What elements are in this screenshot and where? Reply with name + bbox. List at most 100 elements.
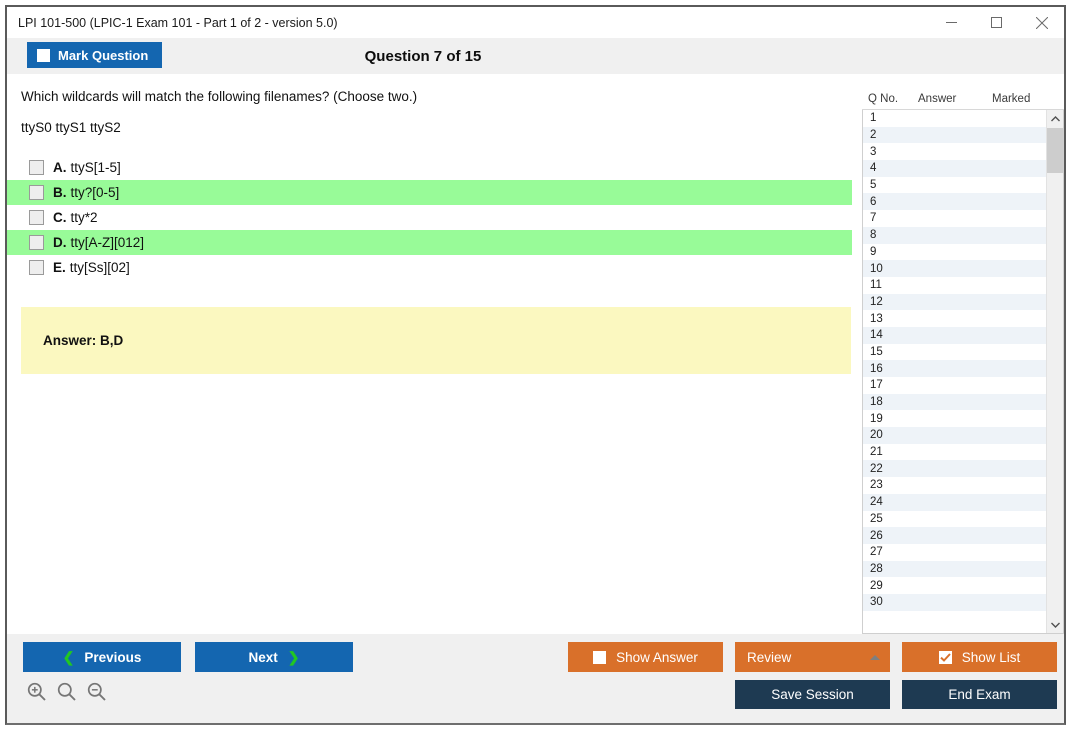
chevron-up-icon bbox=[870, 654, 880, 660]
question-list-number: 25 bbox=[870, 512, 883, 525]
question-list-row[interactable]: 28 bbox=[863, 560, 1046, 578]
mark-question-label: Mark Question bbox=[58, 47, 149, 63]
question-list-row[interactable]: 15 bbox=[863, 344, 1046, 361]
scroll-down-icon[interactable] bbox=[1047, 616, 1063, 633]
end-exam-label: End Exam bbox=[948, 687, 1011, 702]
question-list-row[interactable]: 21 bbox=[863, 444, 1046, 461]
question-list-row[interactable]: 30 bbox=[863, 593, 1046, 611]
question-list-number: 22 bbox=[870, 462, 883, 475]
show-list-button[interactable]: Show List bbox=[902, 642, 1057, 672]
header-bar: Mark Question Question 7 of 15 bbox=[7, 38, 1064, 74]
minimize-icon[interactable] bbox=[929, 7, 974, 38]
question-list-pane: Q No. Answer Marked 1 2 3 4 5 6 7 8 9 10 11 12 13 14 1… bbox=[862, 74, 1064, 634]
question-list-number: 17 bbox=[870, 379, 883, 392]
question-list-row[interactable]: 27 bbox=[863, 544, 1046, 561]
show-answer-button[interactable]: Show Answer bbox=[568, 642, 723, 672]
previous-label: Previous bbox=[84, 649, 142, 665]
show-list-checkbox[interactable] bbox=[938, 650, 952, 664]
end-exam-button[interactable]: End Exam bbox=[902, 680, 1057, 709]
question-list-row[interactable]: 6 bbox=[863, 193, 1046, 211]
scrollbar-thumb[interactable] bbox=[1047, 128, 1063, 173]
answer-option-text: tty*2 bbox=[70, 210, 98, 226]
answer-option-checkbox[interactable] bbox=[29, 260, 44, 276]
answer-option-d[interactable]: D. tty[A-Z][012] bbox=[7, 230, 852, 256]
question-list-row[interactable]: 20 bbox=[863, 427, 1046, 444]
question-list-row[interactable]: 10 bbox=[863, 260, 1046, 277]
question-list-number: 21 bbox=[870, 446, 883, 459]
zoom-out-icon[interactable] bbox=[87, 682, 106, 701]
question-list-row[interactable]: 23 bbox=[863, 477, 1046, 494]
answer-option-text: ttyS[1-5] bbox=[70, 160, 121, 176]
question-list-number: 13 bbox=[870, 312, 883, 325]
question-list-row[interactable]: 5 bbox=[863, 177, 1046, 194]
zoom-reset-icon[interactable] bbox=[57, 682, 76, 701]
question-list-row[interactable]: 14 bbox=[863, 326, 1046, 344]
question-pane: Which wildcards will match the following… bbox=[7, 74, 862, 634]
question-list-row[interactable]: 22 bbox=[863, 460, 1046, 478]
answer-option-checkbox[interactable] bbox=[29, 185, 44, 201]
save-session-label: Save Session bbox=[771, 687, 854, 702]
question-list-number: 16 bbox=[870, 362, 883, 375]
question-list-number: 24 bbox=[870, 496, 883, 509]
next-button[interactable]: Next ❯ bbox=[195, 642, 353, 672]
question-stem: Which wildcards will match the following… bbox=[21, 89, 418, 104]
maximize-icon[interactable] bbox=[974, 7, 1019, 38]
answer-option-e[interactable]: E. tty[Ss][02] bbox=[7, 255, 852, 280]
column-header-marked: Marked bbox=[992, 92, 1031, 105]
question-list-row[interactable]: 3 bbox=[863, 143, 1046, 160]
question-list-number: 26 bbox=[870, 529, 883, 542]
question-list-row[interactable]: 2 bbox=[863, 126, 1046, 144]
zoom-in-icon[interactable] bbox=[27, 682, 46, 701]
question-list-number: 20 bbox=[870, 429, 883, 442]
next-label: Next bbox=[248, 649, 278, 665]
chevron-right-icon: ❯ bbox=[287, 648, 300, 665]
question-list-row[interactable]: 17 bbox=[863, 377, 1046, 394]
window-title: LPI 101-500 (LPIC-1 Exam 101 - Part 1 of… bbox=[18, 15, 338, 30]
mark-question-button[interactable]: Mark Question bbox=[27, 42, 163, 68]
previous-button[interactable]: ❮ Previous bbox=[23, 642, 181, 672]
question-list-number: 9 bbox=[870, 245, 877, 258]
question-list-number: 15 bbox=[870, 345, 883, 358]
answer-option-letter: B. bbox=[53, 185, 67, 201]
answer-option-checkbox[interactable] bbox=[29, 160, 44, 176]
question-list-row[interactable]: 18 bbox=[863, 393, 1046, 411]
review-dropdown[interactable]: Review bbox=[735, 642, 890, 672]
question-list-row[interactable]: 13 bbox=[863, 310, 1046, 327]
show-list-label: Show List bbox=[961, 649, 1021, 665]
question-list-row[interactable]: 24 bbox=[863, 493, 1046, 511]
title-bar: LPI 101-500 (LPIC-1 Exam 101 - Part 1 of… bbox=[7, 7, 1064, 38]
chevron-left-icon: ❮ bbox=[62, 648, 75, 665]
question-list-row[interactable]: 26 bbox=[863, 527, 1046, 544]
question-list-number: 18 bbox=[870, 396, 883, 409]
answer-option-checkbox[interactable] bbox=[29, 235, 44, 251]
question-list-row[interactable]: 25 bbox=[863, 511, 1046, 528]
question-list-scrollbar[interactable] bbox=[1046, 110, 1063, 633]
question-list-row[interactable]: 12 bbox=[863, 293, 1046, 311]
question-list-number: 29 bbox=[870, 579, 883, 592]
save-session-button[interactable]: Save Session bbox=[735, 680, 890, 709]
question-list-row[interactable]: 4 bbox=[863, 160, 1046, 177]
mark-question-checkbox[interactable] bbox=[37, 48, 50, 62]
question-list-number: 4 bbox=[870, 162, 877, 175]
scroll-up-icon[interactable] bbox=[1047, 110, 1063, 127]
exam-window: LPI 101-500 (LPIC-1 Exam 101 - Part 1 of… bbox=[5, 5, 1066, 725]
question-list-row[interactable]: 29 bbox=[863, 577, 1046, 594]
show-answer-checkbox[interactable] bbox=[593, 650, 607, 664]
question-list-number: 2 bbox=[870, 129, 877, 142]
answer-option-text: tty[Ss][02] bbox=[69, 260, 130, 276]
question-list-row[interactable]: 1 bbox=[863, 110, 1046, 127]
answer-option-c[interactable]: C. tty*2 bbox=[7, 205, 852, 230]
question-list-row[interactable]: 11 bbox=[863, 277, 1046, 294]
footer-toolbar: ❮ Previous Next ❯ Show Answer Review Sho… bbox=[7, 634, 1064, 723]
answer-option-checkbox[interactable] bbox=[29, 210, 44, 226]
answer-option-b[interactable]: B. tty?[0-5] bbox=[7, 180, 852, 206]
question-list-row[interactable]: 7 bbox=[863, 210, 1046, 227]
answer-option-a[interactable]: A. ttyS[1-5] bbox=[7, 155, 852, 180]
question-list-row[interactable]: 16 bbox=[863, 360, 1046, 377]
close-icon[interactable] bbox=[1019, 7, 1064, 38]
question-list-row[interactable]: 9 bbox=[863, 244, 1046, 261]
question-list-number: 1 bbox=[870, 112, 877, 125]
question-list-row[interactable]: 19 bbox=[863, 410, 1046, 427]
question-list-row[interactable]: 8 bbox=[863, 226, 1046, 244]
answer-option-text: tty[A-Z][012] bbox=[70, 235, 145, 251]
